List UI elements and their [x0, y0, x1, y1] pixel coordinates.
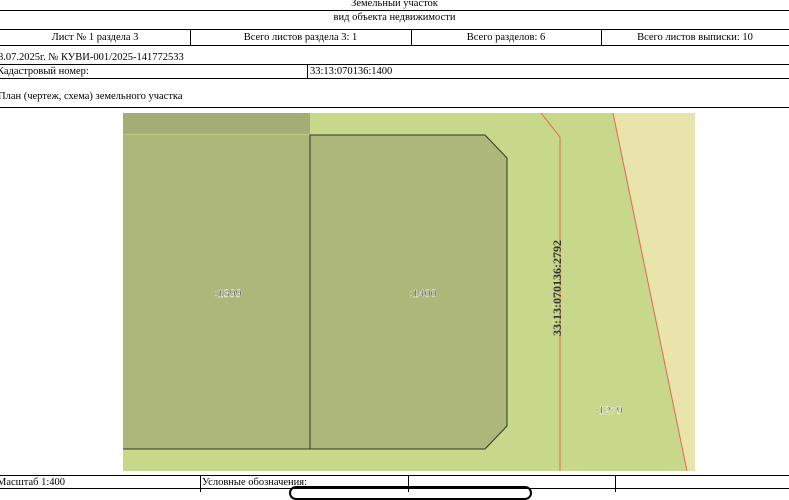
- divider: [0, 10, 789, 11]
- divider: [307, 64, 308, 78]
- divider: [0, 107, 789, 108]
- divider: [200, 475, 201, 492]
- total-sections: Всего разделов: 6: [466, 32, 546, 43]
- divider: [0, 45, 789, 46]
- object-type: Земельный участок: [351, 0, 438, 9]
- cadastral-plan-map: :1399 :1400 33:13:070136:2792 :1279: [123, 113, 695, 471]
- total-sheets-section: Всего листов раздела 3: 1: [243, 32, 358, 43]
- label-1279: :1279: [595, 403, 622, 417]
- parcel-1399: [123, 113, 310, 449]
- divider: [0, 475, 789, 476]
- label-road-2792: 33:13:070136:2792: [550, 240, 564, 336]
- sheet-number: Лист № 1 раздела 3: [51, 32, 139, 43]
- divider: [615, 475, 616, 492]
- plan-title: План (чертеж, схема) земельного участка: [0, 91, 183, 102]
- legend-symbol: [289, 486, 532, 500]
- divider: [0, 78, 789, 79]
- cadastral-number-value: 33:13:070136:1400: [310, 66, 393, 77]
- cadastral-number-label: Кадастровый номер:: [0, 66, 89, 77]
- label-1399: :1399: [214, 286, 241, 300]
- divider: [0, 64, 789, 65]
- divider: [0, 29, 789, 30]
- document-reference: 8.07.2025г. № КУВИ-001/2025-141772533: [0, 52, 184, 63]
- parcel-1399-top: [123, 113, 310, 134]
- label-1400: :1400: [409, 286, 436, 300]
- object-kind-label: вид объекта недвижимости: [333, 12, 456, 23]
- total-sheets-extract: Всего листов выписки: 10: [637, 32, 753, 43]
